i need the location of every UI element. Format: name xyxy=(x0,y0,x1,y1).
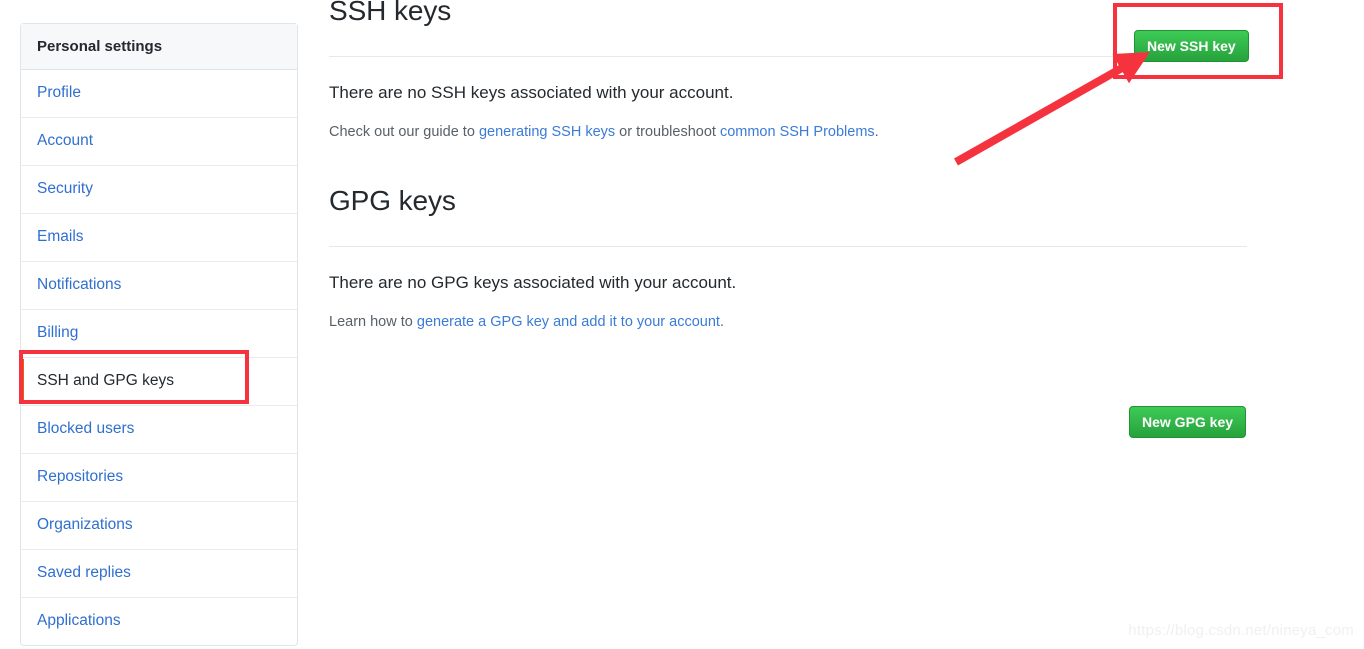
sidebar-item-billing[interactable]: Billing xyxy=(21,310,297,358)
ssh-keys-section: SSH keys New SSH key There are no SSH ke… xyxy=(329,0,1249,142)
sidebar-header: Personal settings xyxy=(21,24,297,70)
gpg-empty-message: There are no GPG keys associated with yo… xyxy=(329,273,737,292)
sidebar-item-emails[interactable]: Emails xyxy=(21,214,297,262)
ssh-help-middle: or troubleshoot xyxy=(615,124,720,140)
gpg-keys-section: GPG keys New GPG key There are no GPG ke… xyxy=(329,185,1249,438)
watermark-text: https://blog.csdn.net/nineya_com xyxy=(1128,622,1354,639)
ssh-keys-title: SSH keys xyxy=(329,0,452,27)
sidebar-item-profile[interactable]: Profile xyxy=(21,70,297,118)
gpg-keys-title: GPG keys xyxy=(329,185,456,217)
gpg-help-line: Learn how to generate a GPG key and add … xyxy=(329,312,1249,332)
sidebar-item-account[interactable]: Account xyxy=(21,118,297,166)
sidebar-item-blocked-users[interactable]: Blocked users xyxy=(21,406,297,454)
sidebar-item-organizations[interactable]: Organizations xyxy=(21,502,297,550)
gpg-help-prefix: Learn how to xyxy=(329,314,417,330)
sidebar-item-repositories[interactable]: Repositories xyxy=(21,454,297,502)
generate-gpg-key-link[interactable]: generate a GPG key and add it to your ac… xyxy=(417,314,720,330)
ssh-help-suffix: . xyxy=(874,124,879,140)
sidebar-item-security[interactable]: Security xyxy=(21,166,297,214)
new-ssh-key-button[interactable]: New SSH key xyxy=(1134,30,1249,62)
ssh-empty-message: There are no SSH keys associated with yo… xyxy=(329,83,734,102)
gpg-keys-header: GPG keys New GPG key xyxy=(329,185,1249,438)
sidebar-item-ssh-and-gpg-keys[interactable]: SSH and GPG keys xyxy=(21,358,297,406)
sidebar-item-saved-replies[interactable]: Saved replies xyxy=(21,550,297,598)
common-ssh-problems-link[interactable]: common SSH Problems xyxy=(720,124,875,140)
sidebar-item-notifications[interactable]: Notifications xyxy=(21,262,297,310)
generating-ssh-keys-link[interactable]: generating SSH keys xyxy=(479,124,615,140)
ssh-help-prefix: Check out our guide to xyxy=(329,124,479,140)
ssh-help-line: Check out our guide to generating SSH ke… xyxy=(329,122,1249,142)
sidebar-item-applications[interactable]: Applications xyxy=(21,598,297,645)
new-gpg-key-button[interactable]: New GPG key xyxy=(1129,406,1247,438)
settings-main-content: SSH keys New SSH key There are no SSH ke… xyxy=(329,0,1249,438)
personal-settings-sidebar: Personal settings Profile Account Securi… xyxy=(20,23,298,646)
ssh-section-divider xyxy=(329,56,1247,57)
gpg-section-divider xyxy=(329,246,1247,247)
ssh-keys-header: SSH keys New SSH key xyxy=(329,0,1249,62)
gpg-help-suffix: . xyxy=(719,314,724,330)
